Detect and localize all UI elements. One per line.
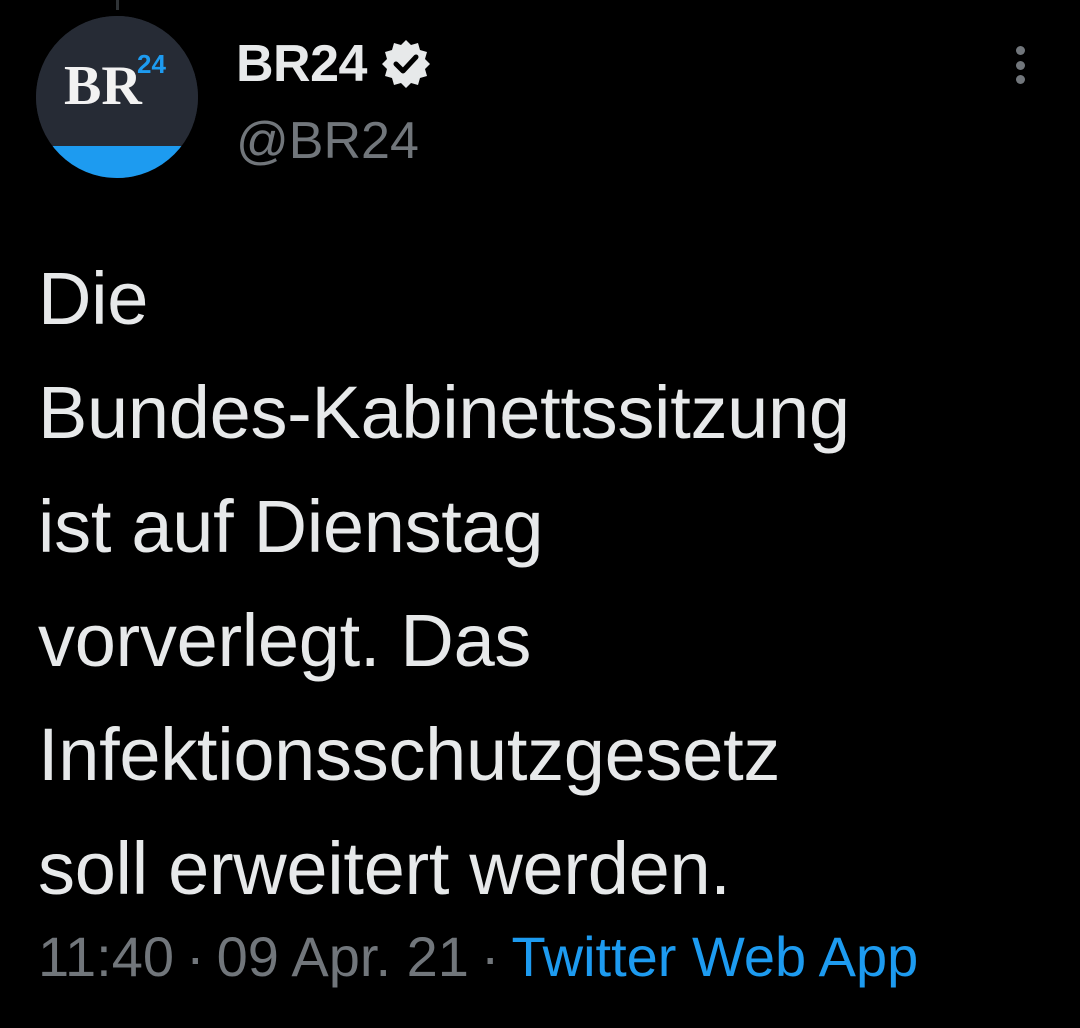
tweet-source-link[interactable]: Twitter Web App — [512, 925, 919, 988]
tweet-text-line: Infektionsschutzgesetz — [38, 713, 781, 796]
tweet-text: Die Bundes-Kabinettssitzung ist auf Dien… — [38, 242, 1038, 926]
avatar-logo-text: BR — [64, 55, 142, 117]
meta-separator: · — [480, 925, 500, 988]
tweet-text-line: Bundes-Kabinettssitzung — [38, 371, 850, 454]
display-name[interactable]: BR24 — [236, 34, 367, 94]
tweet-date[interactable]: 09 Apr. 21 — [217, 925, 469, 988]
more-vertical-icon-dot — [1015, 60, 1025, 70]
tweet-text-line: vorverlegt. Das — [38, 599, 532, 682]
more-options-button[interactable] — [1004, 40, 1036, 90]
tweet-text-line: ist auf Dienstag — [38, 485, 544, 568]
avatar-logo-superscript: 24 — [137, 49, 166, 79]
more-vertical-icon-dot — [1015, 75, 1025, 84]
tweet-meta: 11:40 · 09 Apr. 21 · Twitter Web App — [38, 922, 918, 992]
verified-badge-icon — [379, 37, 433, 91]
more-vertical-icon — [1015, 46, 1025, 55]
tweet-author[interactable]: BR24 @BR24 — [236, 30, 433, 176]
avatar[interactable]: BR 24 — [36, 16, 198, 178]
tweet-time[interactable]: 11:40 — [38, 925, 174, 988]
tweet-text-line: Die — [38, 257, 149, 340]
meta-separator: · — [185, 925, 205, 988]
thread-line — [116, 0, 119, 10]
tweet-text-line: soll erweitert werden. — [38, 827, 731, 910]
name-row: BR24 — [236, 30, 433, 98]
user-handle[interactable]: @BR24 — [236, 106, 433, 176]
